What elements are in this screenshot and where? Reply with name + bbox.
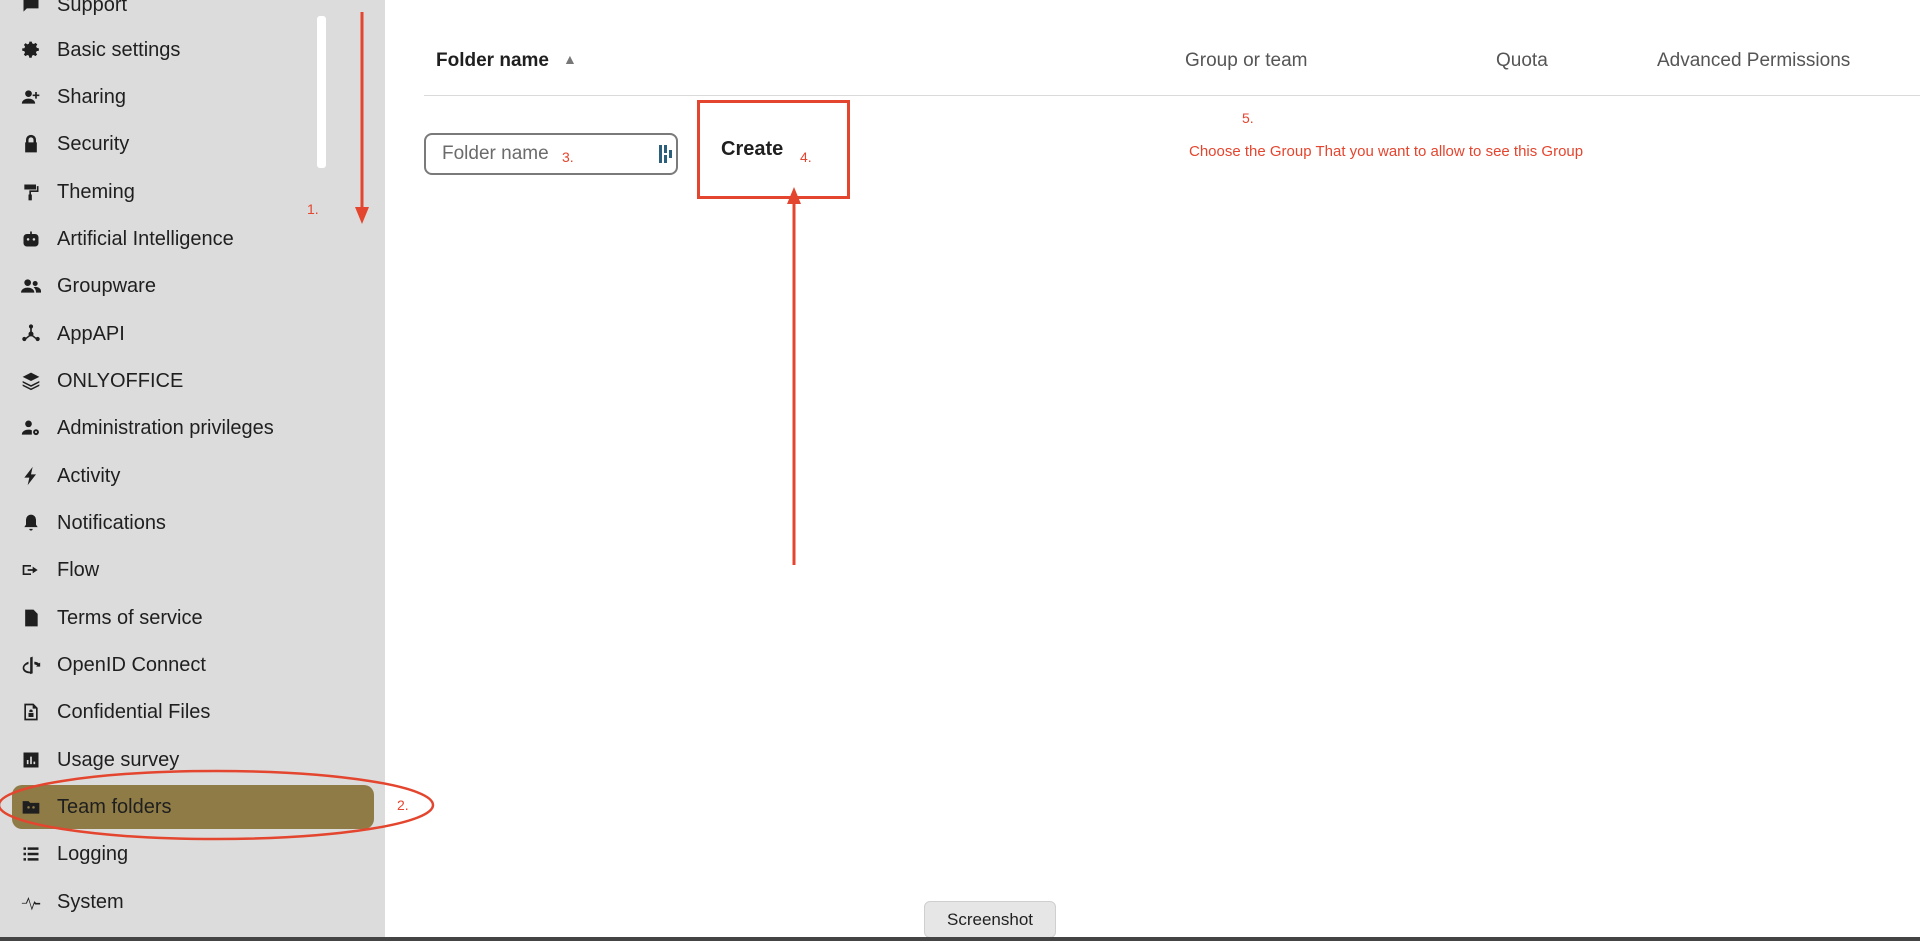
- sidebar-item-terms-of-service[interactable]: Terms of service: [12, 596, 374, 640]
- column-header-advanced-permissions: Advanced Permissions: [1657, 50, 1851, 71]
- password-manager-icon[interactable]: [658, 143, 674, 165]
- sidebar-item-label: OpenID Connect: [57, 653, 206, 676]
- annotation-highlight-box: [697, 100, 850, 199]
- sidebar-item-label: Flow: [57, 558, 100, 581]
- pulse-icon: [20, 891, 42, 913]
- bar-chart-icon: [20, 749, 42, 771]
- sidebar-item-label: Security: [57, 132, 130, 155]
- sidebar-item-basic-settings[interactable]: Basic settings: [12, 28, 374, 72]
- sidebar-item-onlyoffice[interactable]: ONLYOFFICE: [12, 359, 374, 403]
- sidebar-item-label: Terms of service: [57, 606, 203, 629]
- sidebar-item-notifications[interactable]: Notifications: [12, 501, 374, 545]
- sidebar-item-label: Artificial Intelligence: [57, 227, 234, 250]
- document-icon: [20, 607, 42, 629]
- confidential-file-icon: [20, 701, 42, 723]
- table-header-divider: [424, 95, 1920, 96]
- sidebar-item-label: Sharing: [57, 85, 126, 108]
- list-icon: [20, 843, 42, 865]
- paint-roller-icon: [20, 181, 42, 203]
- sidebar-item-system[interactable]: System: [12, 880, 374, 924]
- sidebar-item-label: Notifications: [57, 511, 166, 534]
- annotation-arrow-up: [787, 187, 801, 565]
- column-header-folder-name-label: Folder name: [436, 50, 549, 71]
- sidebar-item-label: ONLYOFFICE: [57, 369, 184, 392]
- sidebar-item-activity[interactable]: Activity: [12, 454, 374, 498]
- flow-arrow-icon: [20, 559, 42, 581]
- sidebar-item-theming[interactable]: Theming: [12, 170, 374, 214]
- person-gear-icon: [20, 417, 42, 439]
- sidebar-item-appapi[interactable]: AppAPI: [12, 312, 374, 356]
- sidebar-item-usage-survey[interactable]: Usage survey: [12, 738, 374, 782]
- annotation-step-1: 1.: [307, 201, 319, 217]
- annotation-step-4: 4.: [800, 149, 812, 165]
- sidebar-item-team-folders[interactable]: Team folders: [12, 785, 374, 829]
- chat-icon: [20, 0, 42, 16]
- sidebar-item-security[interactable]: Security: [12, 122, 374, 166]
- column-header-quota: Quota: [1496, 50, 1548, 71]
- sidebar-item-administration-privileges[interactable]: Administration privileges: [12, 406, 374, 450]
- sidebar-item-label: AppAPI: [57, 322, 125, 345]
- share-person-icon: [20, 86, 42, 108]
- settings-sidebar: Support Basic settings Sharing Security …: [0, 0, 385, 941]
- annotation-step-5: 5.: [1242, 110, 1254, 126]
- sidebar-item-groupware[interactable]: Groupware: [12, 264, 374, 308]
- sidebar-item-label: Basic settings: [57, 38, 181, 61]
- robot-icon: [20, 228, 42, 250]
- hub-icon: [20, 323, 42, 345]
- folder-name-input[interactable]: [424, 133, 678, 175]
- annotation-step-2: 2.: [397, 797, 409, 813]
- sort-ascending-icon: ▲: [562, 51, 577, 67]
- column-header-group: Group or team: [1185, 50, 1308, 71]
- column-header-folder-name[interactable]: Folder name ▲: [436, 50, 577, 72]
- team-folder-icon: [20, 796, 42, 818]
- annotation-step-5-text: Choose the Group That you want to allow …: [1189, 143, 1584, 160]
- sidebar-item-sharing[interactable]: Sharing: [12, 75, 374, 119]
- sidebar-item-logging[interactable]: Logging: [12, 832, 374, 876]
- sidebar-item-confidential-files[interactable]: Confidential Files: [12, 690, 374, 734]
- sidebar-item-flow[interactable]: Flow: [12, 548, 374, 592]
- sidebar-item-label: System: [57, 890, 124, 913]
- sidebar-item-label: Groupware: [57, 274, 156, 297]
- bell-icon: [20, 512, 42, 534]
- sidebar-item-label: Theming: [57, 180, 135, 203]
- sidebar-item-label: Usage survey: [57, 748, 180, 771]
- sidebar-item-label: Activity: [57, 464, 121, 487]
- annotation-step-3: 3.: [562, 149, 574, 165]
- sidebar-item-label: Confidential Files: [57, 700, 211, 723]
- bottom-edge: [0, 937, 1920, 941]
- sidebar-item-support[interactable]: Support: [12, 0, 374, 27]
- sidebar-item-label: Administration privileges: [57, 416, 274, 439]
- sidebar-item-label: Team folders: [57, 795, 172, 818]
- sidebar-item-label: Logging: [57, 842, 129, 865]
- openid-icon: [20, 654, 42, 676]
- sidebar-item-openid-connect[interactable]: OpenID Connect: [12, 643, 374, 687]
- lightning-icon: [20, 465, 42, 487]
- people-icon: [20, 275, 42, 297]
- gear-icon: [20, 39, 42, 61]
- sidebar-item-artificial-intelligence[interactable]: Artificial Intelligence: [12, 217, 374, 261]
- screenshot-button[interactable]: Screenshot: [924, 901, 1056, 938]
- sidebar-item-label: Support: [57, 0, 128, 16]
- lock-icon: [20, 133, 42, 155]
- layers-icon: [20, 370, 42, 392]
